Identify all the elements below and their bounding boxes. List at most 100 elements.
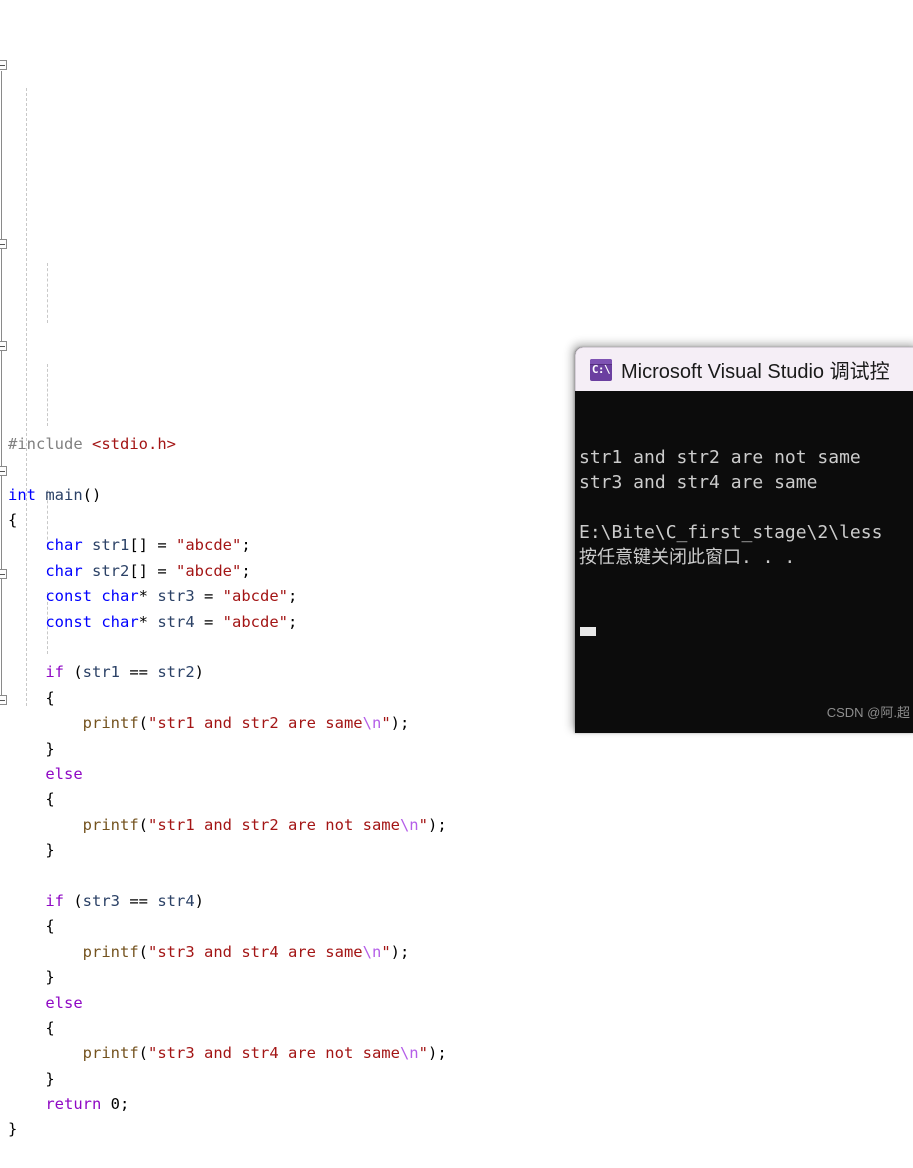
code-token: "str1 and str2 are not same bbox=[148, 815, 400, 834]
code-line[interactable]: } bbox=[0, 737, 913, 762]
code-token: if bbox=[45, 891, 64, 910]
code-token: = bbox=[194, 587, 223, 606]
code-token: ( bbox=[138, 714, 148, 733]
code-token: { bbox=[8, 511, 18, 530]
console-line: 按任意键关闭此窗口. . . bbox=[579, 547, 796, 568]
code-token: str2 bbox=[92, 561, 130, 580]
code-token: <stdio.h> bbox=[92, 434, 176, 453]
console-line: E:\Bite\C_first_stage\2\less bbox=[579, 522, 883, 543]
code-token: == bbox=[120, 663, 158, 682]
code-token: return bbox=[45, 1095, 102, 1114]
code-token: * bbox=[138, 587, 158, 606]
code-token: \n bbox=[399, 1044, 419, 1063]
code-token: ( bbox=[64, 891, 83, 910]
code-line[interactable]: } bbox=[0, 1117, 913, 1142]
code-line[interactable]: else bbox=[0, 991, 913, 1016]
code-token: ); bbox=[427, 1044, 447, 1063]
code-token: char bbox=[101, 612, 139, 631]
code-token: ; bbox=[241, 561, 251, 580]
code-token: " bbox=[381, 714, 391, 733]
code-token: char bbox=[45, 561, 83, 580]
console-output-area[interactable]: str1 and str2 are not same str3 and str4 … bbox=[575, 391, 913, 733]
code-token: { bbox=[8, 790, 55, 809]
code-token: } bbox=[8, 968, 55, 987]
code-line[interactable] bbox=[0, 864, 913, 889]
code-line[interactable]: printf("str3 and str4 are same\n"); bbox=[0, 940, 913, 965]
code-line[interactable]: if (str3 == str4) bbox=[0, 889, 913, 914]
code-token: str3 bbox=[82, 891, 120, 910]
console-title: Microsoft Visual Studio 调试控 bbox=[621, 361, 890, 383]
console-cursor bbox=[580, 627, 596, 636]
code-line[interactable]: { bbox=[0, 787, 913, 812]
code-token: ; bbox=[241, 536, 251, 555]
code-line[interactable]: { bbox=[0, 914, 913, 939]
code-token: str1 bbox=[82, 663, 120, 682]
code-token: "abcde" bbox=[176, 536, 242, 555]
code-token: char bbox=[101, 587, 139, 606]
code-token: ; bbox=[288, 587, 298, 606]
code-token: { bbox=[8, 1018, 55, 1037]
code-token: { bbox=[8, 688, 55, 707]
console-line: str3 and str4 are same bbox=[579, 472, 818, 493]
code-token: else bbox=[45, 993, 83, 1012]
code-line[interactable]: { bbox=[0, 1016, 913, 1041]
console-icon-glyph: C:\ bbox=[591, 362, 611, 376]
fold-toggle-main[interactable] bbox=[0, 60, 7, 70]
code-token: str1 bbox=[92, 536, 130, 555]
code-token: const bbox=[45, 587, 92, 606]
code-token: #include bbox=[8, 434, 92, 453]
code-line[interactable]: } bbox=[0, 838, 913, 863]
code-line[interactable]: printf("str3 and str4 are not same\n"); bbox=[0, 1041, 913, 1066]
code-token: "str3 and str4 are not same bbox=[148, 1044, 400, 1063]
code-token: str2 bbox=[157, 663, 195, 682]
fold-toggle-if-1[interactable] bbox=[0, 239, 7, 249]
code-line[interactable]: return 0; bbox=[0, 1092, 913, 1117]
code-token: ) bbox=[194, 663, 204, 682]
code-token: = bbox=[194, 612, 223, 631]
code-token: \n bbox=[362, 714, 382, 733]
code-token: "abcde" bbox=[222, 612, 288, 631]
code-token: else bbox=[45, 764, 83, 783]
code-line[interactable]: else bbox=[0, 762, 913, 787]
code-line[interactable]: printf("str1 and str2 are not same\n"); bbox=[0, 813, 913, 838]
debug-console-window[interactable]: C:\ Microsoft Visual Studio 调试控 str1 and… bbox=[575, 347, 913, 733]
code-token: const bbox=[45, 612, 92, 631]
code-token: ( bbox=[138, 815, 148, 834]
code-token: printf bbox=[82, 942, 139, 961]
code-token: str4 bbox=[157, 612, 195, 631]
code-token: "abcde" bbox=[176, 561, 242, 580]
code-token: * bbox=[138, 612, 158, 631]
code-token: ) bbox=[194, 891, 204, 910]
code-token: ); bbox=[427, 815, 447, 834]
code-token: printf bbox=[82, 1044, 139, 1063]
code-token: ( bbox=[138, 942, 148, 961]
code-line[interactable]: } bbox=[0, 1067, 913, 1092]
code-token: str3 bbox=[157, 587, 195, 606]
code-token: " bbox=[418, 815, 428, 834]
code-token: "str1 and str2 are same bbox=[148, 714, 363, 733]
code-token: ); bbox=[390, 714, 410, 733]
code-token: [] = bbox=[129, 561, 176, 580]
fold-toggle-else-1[interactable] bbox=[0, 341, 7, 351]
code-line[interactable]: } bbox=[0, 965, 913, 990]
code-token: str4 bbox=[157, 891, 195, 910]
console-title-bar[interactable]: C:\ Microsoft Visual Studio 调试控 bbox=[575, 347, 913, 391]
indent-guide bbox=[47, 364, 48, 426]
